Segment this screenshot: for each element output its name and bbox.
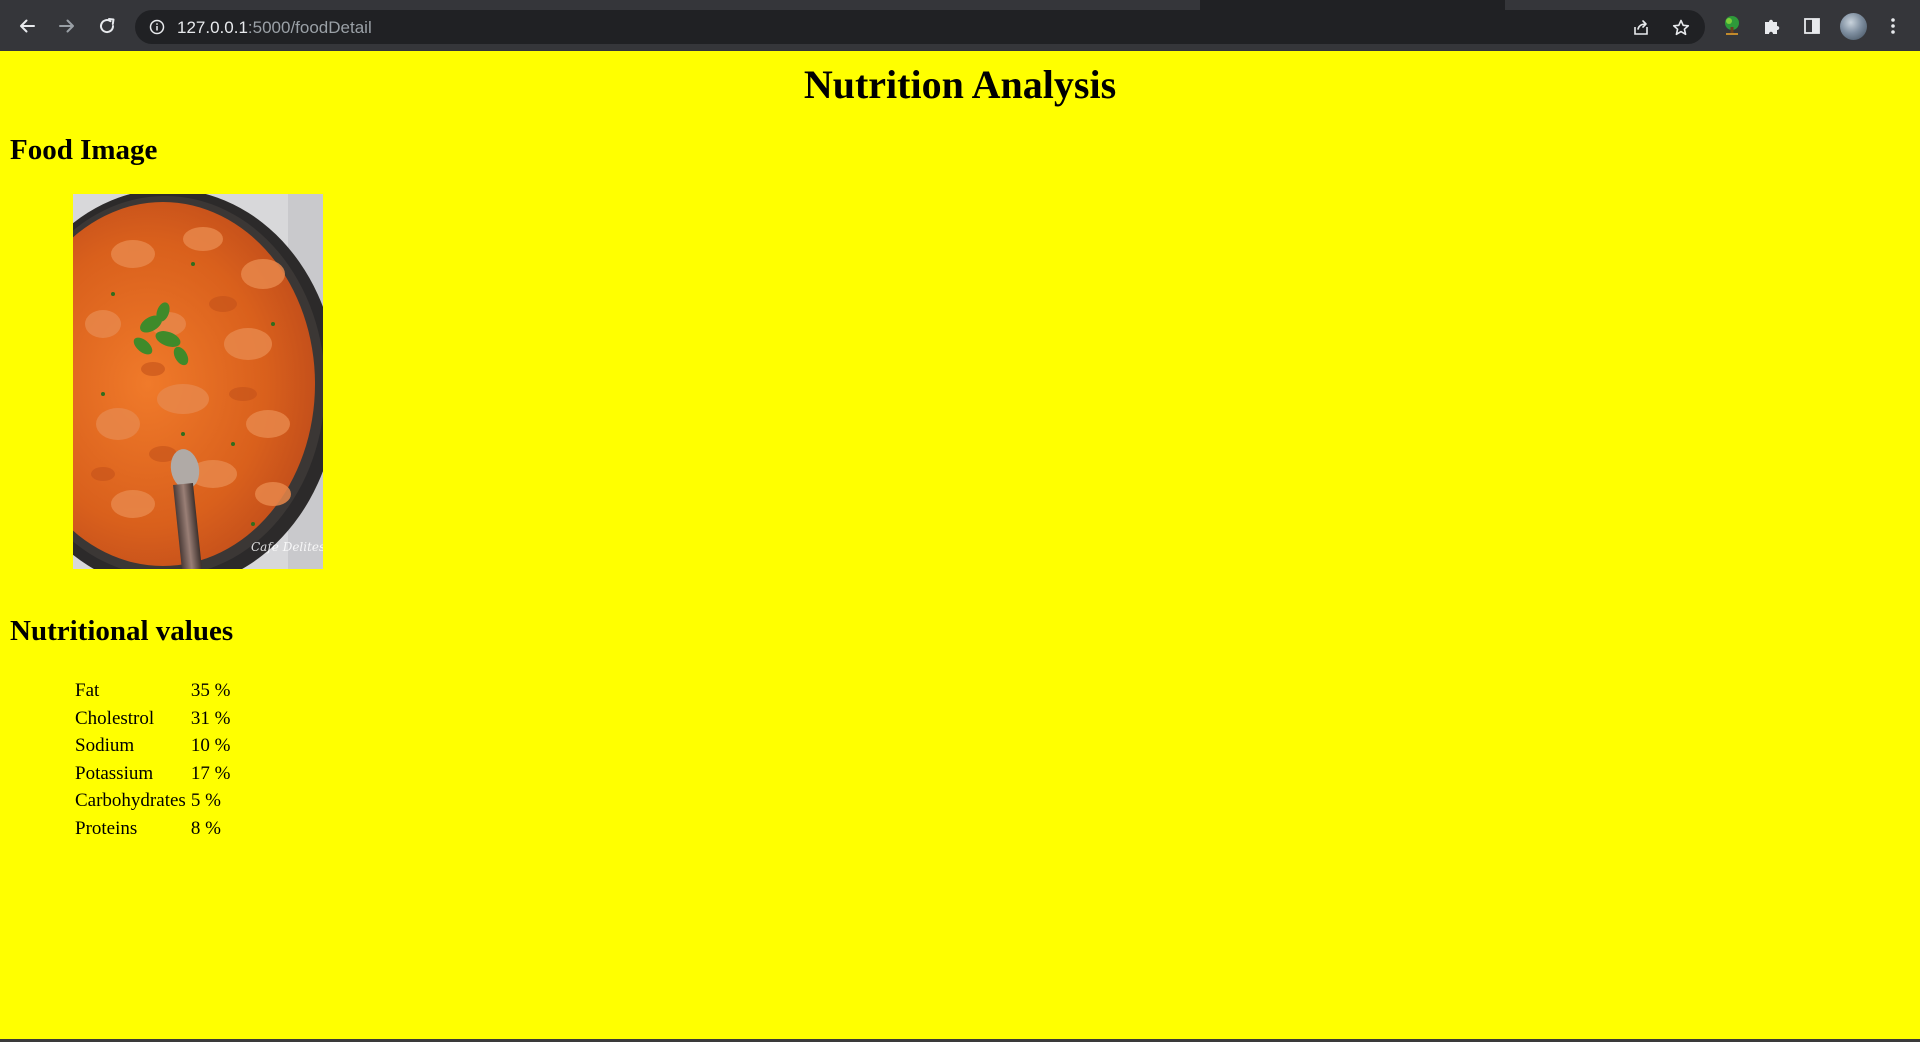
url-host: 127.0.0.1	[177, 18, 248, 37]
nutrient-name: Carbohydrates	[75, 790, 186, 811]
tab-strip	[0, 0, 1920, 10]
nutrient-name: Proteins	[75, 817, 138, 839]
nutrient-name: Sodium	[75, 735, 135, 756]
back-button[interactable]	[14, 13, 40, 39]
nutrient-value: 5 %	[190, 790, 221, 811]
side-panel-icon[interactable]	[1801, 15, 1823, 37]
address-bar[interactable]: 127.0.0.1:5000/foodDetail	[135, 10, 1705, 44]
table-row: Potassium 17 %	[73, 760, 233, 788]
table-row: Fat 35 %	[73, 677, 233, 705]
nutrient-value: 10 %	[190, 735, 231, 756]
nutrient-name: Potassium	[75, 762, 154, 784]
info-icon[interactable]	[149, 19, 165, 35]
table-row: Carbohydrates 5 %	[73, 787, 233, 815]
nutrient-value: 17 %	[190, 762, 231, 784]
active-tab-edge	[0, 0, 1200, 10]
food-photo: Cafe Delites	[73, 194, 323, 569]
reload-button[interactable]	[94, 13, 120, 39]
tab-edge	[1505, 0, 1920, 10]
puzzle-icon[interactable]	[1761, 15, 1783, 37]
table-row: Cholestrol 31 %	[73, 705, 233, 733]
food-image: Cafe Delites	[73, 194, 323, 569]
forward-arrow-icon	[59, 19, 74, 33]
star-icon[interactable]	[1671, 18, 1691, 38]
avatar[interactable]	[1840, 13, 1867, 40]
back-arrow-icon	[20, 19, 35, 33]
url-text[interactable]: 127.0.0.1:5000/foodDetail	[177, 18, 372, 38]
nutrient-name: Cholestrol	[75, 707, 155, 729]
nutrient-name: Fat	[75, 680, 100, 701]
nutrient-value: 8 %	[190, 817, 221, 839]
kebab-menu-icon[interactable]	[1882, 15, 1904, 37]
tree-extension-icon[interactable]	[1721, 15, 1743, 37]
nutrition-table: Fat 35 % Cholestrol 31 % Sodium 10 % Pot…	[73, 677, 233, 842]
forward-button[interactable]	[54, 13, 80, 39]
nutrition-heading: Nutritional values	[10, 615, 234, 647]
table-row: Proteins 8 %	[73, 815, 233, 843]
food-image-heading: Food Image	[10, 134, 158, 166]
page-title: Nutrition Analysis	[803, 62, 1117, 107]
url-path: :5000/foodDetail	[247, 18, 372, 37]
table-row: Sodium 10 %	[73, 732, 233, 760]
share-icon[interactable]	[1631, 18, 1651, 38]
nutrient-value: 35 %	[190, 680, 231, 701]
page-body: Nutrition Analysis Food Image Cafe Delit…	[0, 51, 1920, 1039]
reload-icon	[100, 18, 115, 34]
browser-toolbar: 127.0.0.1:5000/foodDetail	[0, 0, 1920, 51]
image-watermark: Cafe Delites	[251, 540, 323, 554]
nutrient-value: 31 %	[190, 707, 231, 729]
